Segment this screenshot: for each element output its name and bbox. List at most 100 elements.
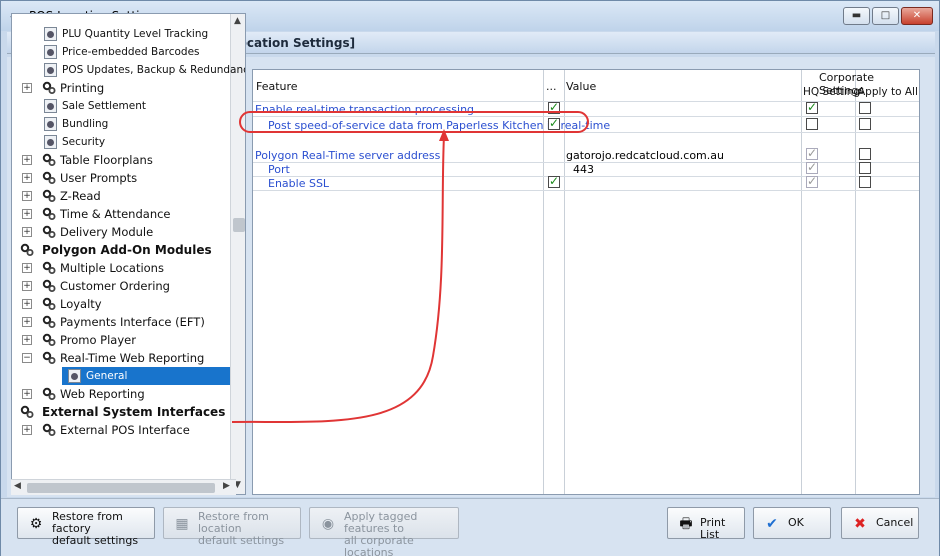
apply-tagged-features-button[interactable]: ◉ Apply tagged features to all corporate … [309, 507, 459, 559]
scroll-left-arrow-icon[interactable]: ◀ [14, 481, 21, 491]
tree-horizontal-scrollbar[interactable]: ◀ ▶ [11, 479, 236, 495]
apply-to-all-checkbox[interactable] [859, 102, 871, 114]
tree-item[interactable]: Bundling [12, 115, 230, 133]
tag-column-header[interactable]: ... [546, 80, 557, 93]
expand-icon[interactable]: + [22, 173, 32, 183]
expand-icon[interactable]: + [22, 263, 32, 273]
tag-checkbox[interactable] [548, 174, 560, 188]
collapse-icon[interactable]: − [22, 353, 32, 363]
minimize-button[interactable]: ▬ [843, 7, 870, 25]
tree-item-label: Printing [60, 81, 105, 95]
tree-item[interactable]: + Multiple Locations [12, 259, 230, 277]
gears-icon [42, 261, 56, 275]
tree-item-label: Payments Interface (EFT) [60, 315, 205, 329]
tree-item-label: Z-Read [60, 189, 101, 203]
expand-icon[interactable]: + [22, 83, 32, 93]
hq-setting-checkbox[interactable] [806, 100, 818, 114]
tree-item[interactable]: + Printing [12, 79, 230, 97]
expand-icon[interactable]: + [22, 335, 32, 345]
expand-icon[interactable]: + [22, 389, 32, 399]
ok-button[interactable]: ✔ OK [753, 507, 831, 539]
tree-item[interactable]: + Web Reporting [12, 385, 230, 403]
tree-item[interactable]: Sale Settlement [12, 97, 230, 115]
hq-setting-checkbox[interactable] [806, 174, 818, 188]
tree-item[interactable]: Security [12, 133, 230, 151]
expand-icon[interactable]: + [22, 191, 32, 201]
footer-bar: ⚙ Restore from factory default settings ▦… [1, 498, 939, 559]
cancel-button[interactable]: ✖ Cancel [841, 507, 919, 539]
settings-tree[interactable]: ▲ ▼ PLU Quantity Level Tracking Price-emb… [11, 13, 246, 495]
expand-icon[interactable]: + [22, 155, 32, 165]
close-x-icon: ✖ [854, 516, 866, 532]
restore-location-defaults-button[interactable]: ▦ Restore from location default settings [163, 507, 301, 547]
expand-icon[interactable]: + [22, 209, 32, 219]
close-button[interactable]: ✕ [901, 7, 933, 25]
feature-column-header[interactable]: Feature [256, 80, 298, 93]
tree-item[interactable]: External System Interfaces [12, 403, 230, 421]
gears-icon [42, 333, 56, 347]
tree-item[interactable]: + Promo Player [12, 331, 230, 349]
tree-item[interactable]: Polygon Add-On Modules [12, 241, 230, 259]
scroll-right-arrow-icon[interactable]: ▶ [223, 481, 230, 491]
restore-factory-defaults-button[interactable]: ⚙ Restore from factory default settings [17, 507, 155, 547]
tree-item-label: General [86, 370, 128, 382]
expand-icon[interactable]: + [22, 317, 32, 327]
annotation-highlight-oval [239, 111, 589, 133]
hq-setting-checkbox[interactable] [806, 118, 818, 130]
tree-item[interactable]: + Time & Attendance [12, 205, 230, 223]
value-column-header[interactable]: Value [566, 80, 596, 93]
gears-icon [20, 243, 34, 257]
location-grid-icon: ▦ [175, 516, 189, 532]
expand-icon[interactable]: + [22, 281, 32, 291]
tree-item[interactable]: PLU Quantity Level Tracking [12, 25, 230, 43]
apply-to-all-checkbox[interactable] [859, 118, 871, 130]
value-cell[interactable]: gatorojo.redcatcloud.com.au [566, 149, 724, 162]
tree-item-label: Loyalty [60, 297, 102, 311]
tree-item[interactable]: + Z-Read [12, 187, 230, 205]
gears-icon [20, 405, 34, 419]
scroll-up-arrow-icon[interactable]: ▲ [234, 16, 241, 26]
gears-icon [42, 225, 56, 239]
tree-item[interactable]: POS Updates, Backup & Redundancy [12, 61, 245, 79]
feature-name-cell[interactable]: Port [268, 163, 290, 176]
tree-item[interactable]: + Loyalty [12, 295, 230, 313]
print-list-button[interactable]: 🖶 Print List [667, 507, 745, 541]
apply-to-all-checkbox[interactable] [859, 148, 871, 160]
expand-icon[interactable]: + [22, 299, 32, 309]
apply-to-all-checkbox[interactable] [859, 176, 871, 188]
tree-item[interactable]: + Customer Ordering [12, 277, 230, 295]
tree-item[interactable]: General [62, 367, 230, 385]
expand-icon[interactable]: + [22, 425, 32, 435]
feature-name-cell[interactable]: Polygon Real-Time server address [255, 149, 440, 162]
hq-setting-column-header[interactable]: HQ Setting [803, 86, 860, 98]
tree-item[interactable]: + Delivery Module [12, 223, 230, 241]
tree-item[interactable]: + User Prompts [12, 169, 230, 187]
tree-item-label: Multiple Locations [60, 261, 164, 275]
hq-setting-checkbox[interactable] [806, 160, 818, 174]
gears-icon [42, 315, 56, 329]
settings-page-icon [44, 135, 57, 149]
gears-icon [42, 423, 56, 437]
horizontal-scroll-thumb[interactable] [27, 483, 215, 493]
expand-icon[interactable]: + [22, 227, 32, 237]
gears-icon [42, 171, 56, 185]
hq-setting-checkbox[interactable] [806, 146, 818, 160]
pos-location-settings-window: ➔ POS Location Settings ▬ □ ✕ POS Locati… [0, 0, 940, 559]
tree-vertical-scrollbar[interactable]: ▲ ▼ [230, 14, 245, 494]
tree-item-label: Price-embedded Barcodes [62, 46, 200, 58]
apply-to-all-checkbox[interactable] [859, 162, 871, 174]
apply-to-all-column-header[interactable]: Apply to All [858, 86, 918, 98]
value-cell[interactable]: 443 [573, 163, 594, 176]
feature-name-cell[interactable]: Enable SSL [268, 177, 329, 190]
tree-item-label: User Prompts [60, 171, 138, 185]
tree-item[interactable]: + External POS Interface [12, 421, 230, 439]
tree-item-label: Customer Ordering [60, 279, 170, 293]
maximize-button[interactable]: □ [872, 7, 899, 25]
tree-item[interactable]: Price-embedded Barcodes [12, 43, 230, 61]
settings-page-icon [44, 63, 57, 77]
scroll-thumb[interactable] [233, 218, 245, 232]
tree-item[interactable]: + Table Floorplans [12, 151, 230, 169]
tree-item[interactable]: + Payments Interface (EFT) [12, 313, 230, 331]
printer-icon: 🖶 [679, 516, 693, 532]
tree-item[interactable]: − Real-Time Web Reporting [12, 349, 230, 367]
